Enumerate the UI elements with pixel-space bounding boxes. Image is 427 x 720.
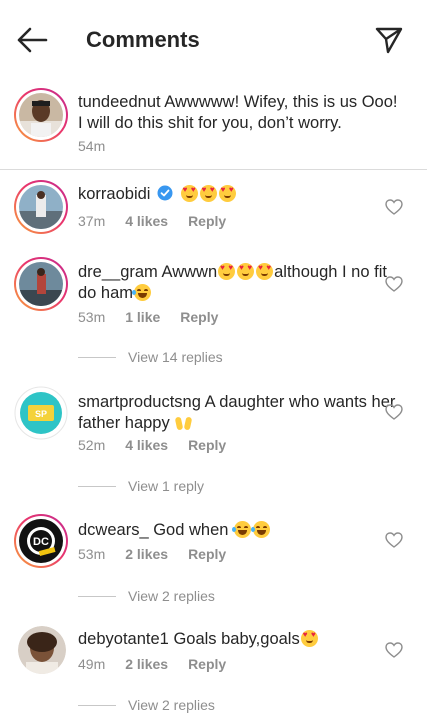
comment-meta: 49m 2 likes Reply [78,656,226,672]
comment-username[interactable]: dcwears_ [78,521,149,539]
reply-button[interactable]: Reply [188,437,226,453]
comment-text: smartproductsng A daughter who wants her… [78,392,398,434]
view-replies-link[interactable]: View 2 replies [78,697,215,713]
page-title: Comments [86,27,200,52]
likes-count[interactable]: 2 likes [125,656,168,672]
arrow-left-icon[interactable] [16,26,48,54]
avatar[interactable] [14,257,68,311]
paper-plane-icon[interactable] [374,26,404,54]
reply-button[interactable]: Reply [180,309,218,325]
heart-icon[interactable] [385,404,403,420]
comment-meta: 53m 1 like Reply [78,309,218,325]
caption-meta: 54m [78,138,105,154]
comment-text: debyotante1 Goals baby,goals [78,629,398,650]
comment-username[interactable]: korraobidi [78,185,150,203]
likes-count[interactable]: 2 likes [125,546,168,562]
timestamp: 52m [78,437,106,453]
header-bar: Comments [0,0,427,80]
comment-username[interactable]: dre__gram [78,263,158,281]
likes-count[interactable]: 1 like [125,309,160,325]
comment-username[interactable]: smartproductsng [78,393,201,411]
timestamp: 54m [78,138,106,154]
heart-eyes-emoji-icon [218,185,236,202]
timestamp: 53m [78,309,106,325]
view-replies-label: View 2 replies [128,697,215,713]
view-replies-label: View 1 reply [128,478,205,494]
likes-count[interactable]: 4 likes [125,437,168,453]
reply-button[interactable]: Reply [188,546,226,562]
avatar-text: SP [35,409,47,419]
view-replies-label: View 2 replies [128,588,215,604]
divider [78,485,116,487]
comment-meta: 53m 2 likes Reply [78,546,226,562]
divider [78,595,116,597]
reply-button[interactable]: Reply [188,656,226,672]
view-replies-link[interactable]: View 2 replies [78,588,215,604]
laughing-emoji-icon [251,521,271,538]
heart-icon[interactable] [385,276,403,292]
reply-button[interactable]: Reply [188,213,226,229]
verified-badge-icon [157,185,173,201]
post-caption: tundeednut Awwwww! Wifey, this is us Ooo… [0,82,427,170]
laughing-emoji-icon [232,521,252,538]
view-replies-label: View 14 replies [128,349,223,365]
comment-meta: 37m 4 likes Reply [78,213,226,229]
comment-body: God when [153,521,229,539]
heart-eyes-emoji-icon [237,263,255,280]
timestamp: 37m [78,213,106,229]
timestamp: 49m [78,656,106,672]
caption-text: tundeednut Awwwww! Wifey, this is us Ooo… [78,92,398,134]
view-replies-link[interactable]: View 1 reply [78,478,204,494]
avatar[interactable]: DC [14,514,68,568]
comment-body: Goals baby,goals [173,630,300,648]
comment-username[interactable]: debyotante1 [78,630,169,648]
comment-body: Awwwn [161,263,218,281]
timestamp: 53m [78,546,106,562]
likes-count[interactable]: 4 likes [125,213,168,229]
heart-icon[interactable] [385,199,403,215]
avatar-text: DC [33,536,49,548]
heart-eyes-emoji-icon [180,185,198,202]
heart-eyes-emoji-icon [256,263,274,280]
comment-text: dre__gram Awwwnalthough I no fit do ham [78,262,398,304]
caption-username[interactable]: tundeednut [78,93,161,111]
heart-eyes-emoji-icon [300,630,318,647]
divider [78,704,116,706]
view-replies-link[interactable]: View 14 replies [78,349,223,365]
comment-meta: 52m 4 likes Reply [78,437,226,453]
avatar[interactable] [18,626,66,674]
raising-hands-emoji-icon [175,414,192,431]
comment-text: dcwears_ God when [78,520,398,541]
heart-eyes-emoji-icon [199,185,217,202]
heart-eyes-emoji-icon [218,263,236,280]
heart-icon[interactable] [385,642,403,658]
laughing-emoji-icon [132,284,152,301]
avatar[interactable] [14,88,68,142]
avatar[interactable] [14,180,68,234]
heart-icon[interactable] [385,532,403,548]
comment-text: korraobidi [78,184,398,205]
avatar[interactable]: SP [14,386,68,440]
divider [78,356,116,358]
